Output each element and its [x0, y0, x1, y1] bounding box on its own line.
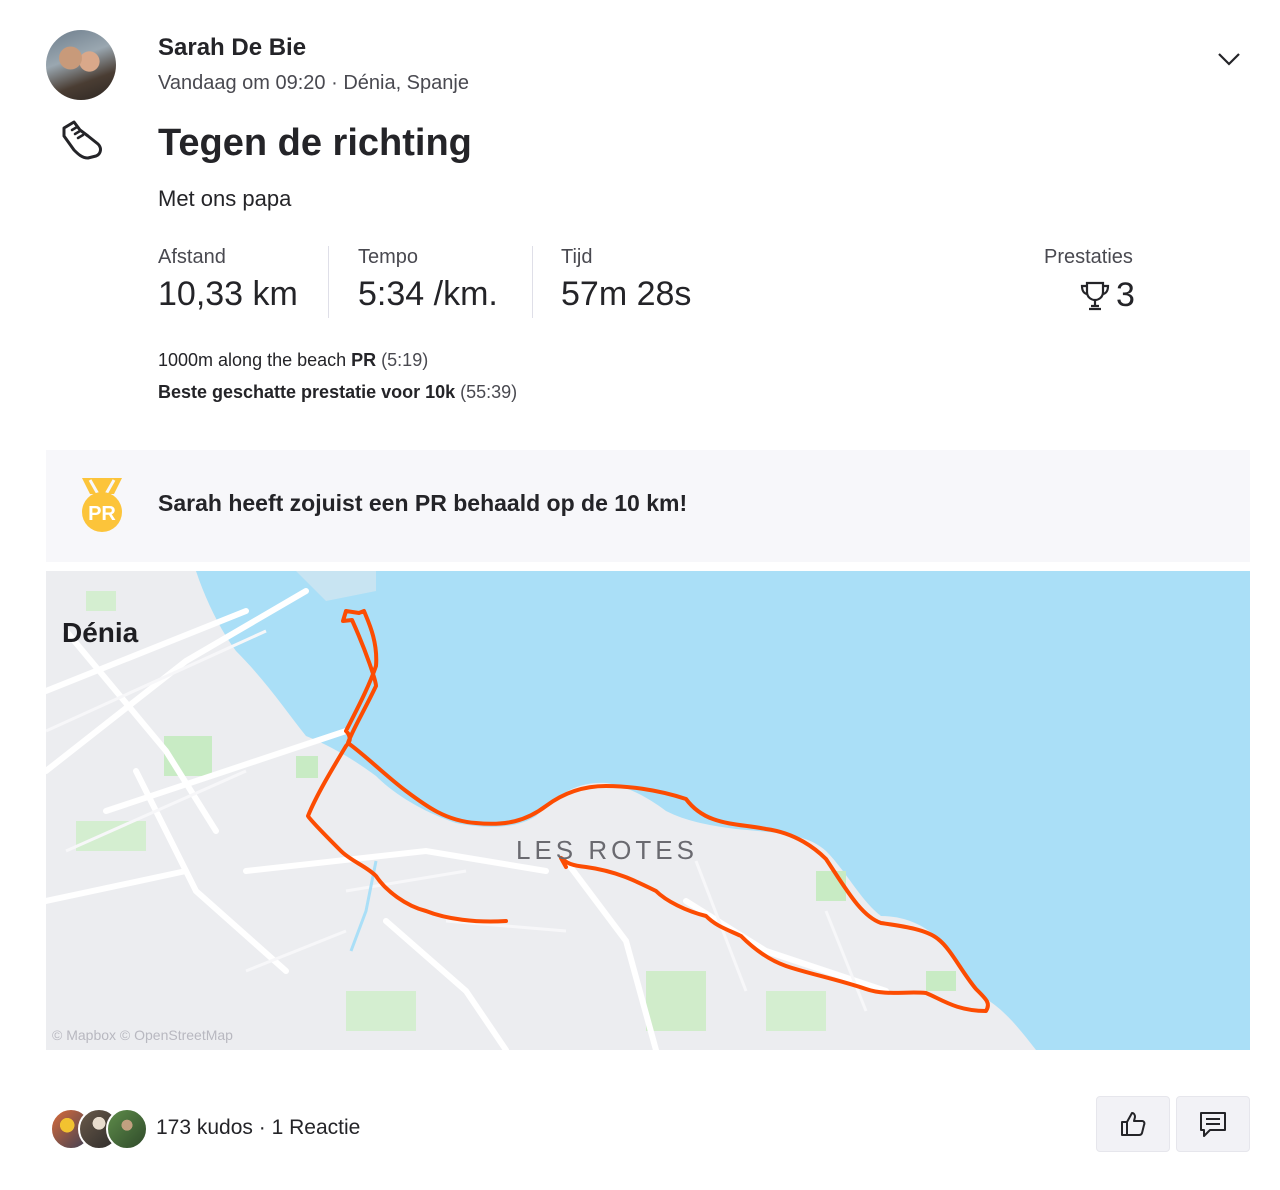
segment-name: 1000m along the beach: [158, 350, 352, 370]
achievements-label: Prestaties: [1044, 246, 1133, 268]
stat-pace: Tempo 5:34 /km.: [358, 246, 498, 314]
trophy-icon: [1080, 281, 1110, 310]
highlight-best-effort[interactable]: Beste geschatte prestatie voor 10k (55:3…: [158, 382, 517, 403]
best-effort-time: (55:39): [460, 382, 518, 402]
stat-value: 10,33 km: [158, 275, 298, 313]
achievements-count-value: 3: [1116, 276, 1135, 314]
kudo-avatars[interactable]: [50, 1108, 150, 1152]
stat-label: Afstand: [158, 246, 226, 268]
map-attribution[interactable]: © Mapbox © OpenStreetMap: [52, 1027, 233, 1043]
pr-badge: PR: [351, 350, 382, 370]
comment-icon: [1200, 1112, 1226, 1137]
stat-value: 5:34 /km.: [358, 275, 498, 313]
running-shoe-icon: [62, 120, 102, 160]
kudos-separator: ·: [252, 1116, 272, 1139]
stat-label: Tempo: [358, 246, 419, 268]
stat-divider: [328, 246, 329, 318]
achievements-count[interactable]: 3: [1078, 276, 1135, 315]
thumbs-up-icon: [1121, 1112, 1146, 1136]
map-area-label: LES ROTES: [516, 835, 698, 865]
stat-divider: [532, 246, 533, 318]
best-effort-name: Beste geschatte prestatie voor 10k: [158, 382, 461, 402]
route-map[interactable]: Dénia LES ROTES © Mapbox © OpenStreetMap: [46, 571, 1250, 1050]
kudos-button[interactable]: [1096, 1096, 1170, 1152]
chevron-down-icon[interactable]: [1214, 44, 1244, 74]
pr-medal-label: PR: [88, 503, 116, 525]
comments-count[interactable]: 1 Reactie: [272, 1116, 361, 1139]
highlight-segment-pr[interactable]: 1000m along the beach PR (5:19): [158, 350, 428, 371]
pr-medal-icon: PR: [82, 478, 122, 532]
kudos-count[interactable]: 173 kudos: [156, 1116, 253, 1139]
stat-time: Tijd 57m 28s: [561, 246, 691, 314]
stat-label: Tijd: [561, 246, 593, 268]
stat-value: 57m 28s: [561, 275, 692, 313]
map-city-label: Dénia: [62, 617, 139, 648]
kudos-summary[interactable]: 173 kudos · 1 Reactie: [156, 1116, 360, 1140]
user-name[interactable]: Sarah De Bie: [158, 34, 306, 62]
activity-meta: Vandaag om 09:20 · Dénia, Spanje: [158, 72, 469, 94]
user-avatar[interactable]: [46, 30, 116, 100]
kudo-avatar: [106, 1108, 148, 1150]
sea-area: [196, 571, 1250, 1050]
segment-time: (5:19): [381, 350, 429, 370]
comment-button[interactable]: [1176, 1096, 1250, 1152]
activity-description: Met ons papa: [158, 186, 292, 211]
map-svg: [46, 571, 1250, 1050]
pr-banner-text: Sarah heeft zojuist een PR behaald op de…: [158, 490, 688, 516]
stat-distance: Afstand 10,33 km: [158, 246, 298, 314]
activity-title[interactable]: Tegen de richting: [158, 122, 472, 165]
